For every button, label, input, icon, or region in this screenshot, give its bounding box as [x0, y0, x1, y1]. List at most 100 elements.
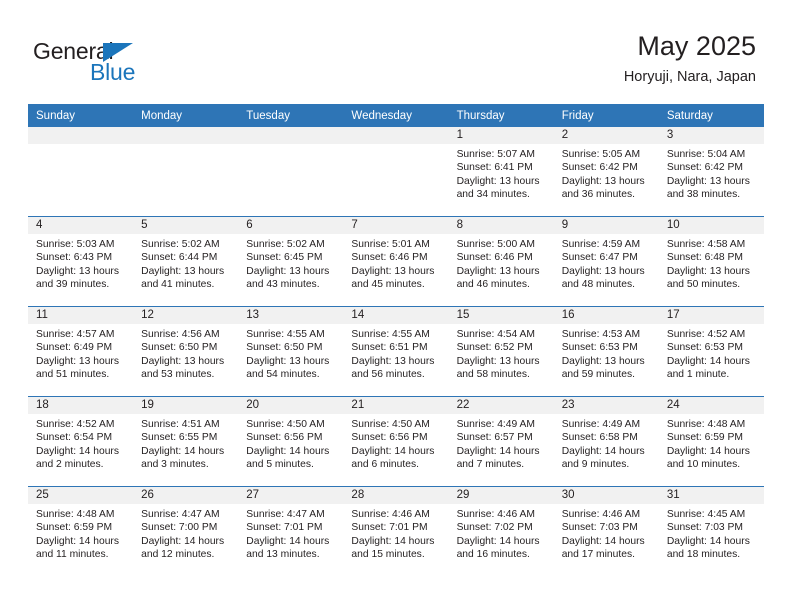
day-number: 18 [28, 397, 134, 414]
sunrise-line: Sunrise: 5:05 AM [561, 149, 641, 160]
calendar-day-cell[interactable]: 30 Sunrise: 4:46 AM Sunset: 7:03 PM Dayligh… [553, 486, 659, 576]
sunset-line: Sunset: 7:03 PM [561, 522, 638, 534]
day-details: Sunrise: 4:48 AM Sunset: 6:59 PM Daylight:… [28, 504, 133, 562]
day-details: Sunrise: 4:58 AM Sunset: 6:48 PM Daylight:… [659, 234, 764, 292]
day-details: Sunrise: 4:50 AM Sunset: 6:56 PM Daylight:… [238, 414, 343, 472]
calendar-week-row: 25 Sunrise: 4:48 AM Sunset: 6:59 PM Dayligh… [28, 486, 764, 576]
calendar-week-row: 11 Sunrise: 4:57 AM Sunset: 6:49 PM Dayligh… [28, 306, 764, 397]
day-details: Sunrise: 4:46 AM Sunset: 7:02 PM Daylight:… [449, 504, 554, 562]
weekday-header-saturday: Saturday [658, 104, 764, 127]
day-number: 24 [658, 397, 764, 414]
daylight-line-2: and 56 minutes. [351, 369, 425, 381]
sunset-line: Sunset: 6:56 PM [246, 432, 323, 444]
calendar-page: General Blue May 2025 Horyuji, Nara, Jap… [0, 0, 792, 612]
calendar-day-cell-empty [133, 127, 239, 217]
daylight-line-2: and 46 minutes. [456, 279, 530, 291]
calendar-day-cell[interactable]: 27 Sunrise: 4:47 AM Sunset: 7:01 PM Dayligh… [238, 486, 344, 576]
sunset-line: Sunset: 6:46 PM [351, 252, 428, 264]
day-number: 19 [133, 397, 239, 414]
calendar-day-cell[interactable]: 29 Sunrise: 4:46 AM Sunset: 7:02 PM Dayligh… [448, 486, 554, 576]
calendar-day-cell[interactable]: 9 Sunrise: 4:59 AM Sunset: 6:47 PM Daylight… [553, 216, 659, 307]
sunrise-line: Sunrise: 4:55 AM [351, 329, 430, 340]
day-details: Sunrise: 4:48 AM Sunset: 6:59 PM Daylight:… [659, 414, 764, 472]
calendar-day-cell[interactable]: 6 Sunrise: 5:02 AM Sunset: 6:45 PM Daylight… [238, 216, 344, 307]
calendar-day-cell[interactable]: 3 Sunrise: 5:04 AM Sunset: 6:42 PM Daylight… [658, 127, 764, 217]
calendar-day-cell[interactable]: 5 Sunrise: 5:02 AM Sunset: 6:44 PM Daylight… [133, 216, 239, 307]
calendar-day-cell[interactable]: 10 Sunrise: 4:58 AM Sunset: 6:48 PM Dayligh… [658, 216, 764, 307]
day-details: Sunrise: 5:02 AM Sunset: 6:45 PM Daylight:… [238, 234, 343, 292]
sunrise-line: Sunrise: 5:02 AM [141, 239, 220, 250]
sunset-line: Sunset: 6:44 PM [141, 252, 218, 264]
day-details: Sunrise: 4:47 AM Sunset: 7:00 PM Daylight:… [133, 504, 238, 562]
day-details: Sunrise: 5:01 AM Sunset: 6:46 PM Daylight:… [343, 234, 448, 292]
day-details: Sunrise: 4:51 AM Sunset: 6:55 PM Daylight:… [133, 414, 238, 472]
calendar-day-cell[interactable]: 2 Sunrise: 5:05 AM Sunset: 6:42 PM Daylight… [553, 127, 659, 217]
daylight-line-1: Daylight: 14 hours [456, 535, 540, 547]
weekday-header-row: Sunday Monday Tuesday Wednesday Thursday Frid… [28, 104, 764, 127]
daylight-line-1: Daylight: 13 hours [36, 265, 119, 277]
calendar-day-cell[interactable]: 19 Sunrise: 4:51 AM Sunset: 6:55 PM Dayligh… [133, 396, 239, 487]
day-details: Sunrise: 4:46 AM Sunset: 7:03 PM Daylight:… [554, 504, 659, 562]
calendar-day-cell[interactable]: 25 Sunrise: 4:48 AM Sunset: 6:59 PM Dayligh… [28, 486, 134, 576]
day-details: Sunrise: 4:52 AM Sunset: 6:53 PM Daylight:… [659, 324, 764, 382]
calendar-day-cell[interactable]: 1 Sunrise: 5:07 AM Sunset: 6:41 PM Daylight… [448, 127, 554, 217]
sunrise-line: Sunrise: 4:53 AM [561, 329, 641, 340]
calendar-day-cell[interactable]: 4 Sunrise: 5:03 AM Sunset: 6:43 PM Daylight… [28, 216, 134, 307]
calendar-day-cell[interactable]: 12 Sunrise: 4:56 AM Sunset: 6:50 PM Dayligh… [133, 306, 239, 397]
calendar-day-cell[interactable]: 26 Sunrise: 4:47 AM Sunset: 7:00 PM Dayligh… [133, 486, 239, 576]
sunrise-line: Sunrise: 4:49 AM [561, 419, 641, 430]
daylight-line-1: Daylight: 13 hours [666, 175, 750, 187]
calendar-day-cell[interactable]: 11 Sunrise: 4:57 AM Sunset: 6:49 PM Dayligh… [28, 306, 134, 397]
day-number [238, 127, 344, 144]
sunrise-line: Sunrise: 4:47 AM [141, 509, 220, 520]
day-details: Sunrise: 4:56 AM Sunset: 6:50 PM Daylight:… [133, 324, 238, 382]
calendar-day-cell[interactable]: 20 Sunrise: 4:50 AM Sunset: 6:56 PM Dayligh… [238, 396, 344, 487]
sunset-line: Sunset: 6:50 PM [246, 342, 323, 354]
daylight-line-1: Daylight: 13 hours [141, 265, 225, 277]
sunset-line: Sunset: 6:59 PM [36, 522, 113, 534]
daylight-line-1: Daylight: 13 hours [456, 355, 540, 367]
calendar-day-cell[interactable]: 24 Sunrise: 4:48 AM Sunset: 6:59 PM Dayligh… [658, 396, 764, 487]
daylight-line-1: Daylight: 13 hours [246, 265, 330, 277]
calendar-day-cell[interactable]: 15 Sunrise: 4:54 AM Sunset: 6:52 PM Dayligh… [448, 306, 554, 397]
day-details: Sunrise: 4:57 AM Sunset: 6:49 PM Daylight:… [28, 324, 133, 382]
day-details: Sunrise: 4:59 AM Sunset: 6:47 PM Daylight:… [554, 234, 659, 292]
calendar-day-cell[interactable]: 8 Sunrise: 5:00 AM Sunset: 6:46 PM Daylight… [448, 216, 554, 307]
weekday-header-friday: Friday [553, 104, 659, 127]
sunset-line: Sunset: 6:54 PM [36, 432, 113, 444]
sunset-line: Sunset: 6:57 PM [456, 432, 533, 444]
calendar-day-cell[interactable]: 22 Sunrise: 4:49 AM Sunset: 6:57 PM Dayligh… [448, 396, 554, 487]
sunrise-line: Sunrise: 4:58 AM [666, 239, 746, 250]
daylight-line-2: and 18 minutes. [666, 549, 741, 561]
daylight-line-2: and 50 minutes. [666, 279, 741, 291]
calendar-grid: Sunday Monday Tuesday Wednesday Thursday Frid… [28, 104, 764, 576]
calendar-day-cell-empty [238, 127, 344, 217]
daylight-line-2: and 43 minutes. [246, 279, 320, 291]
sunrise-line: Sunrise: 4:48 AM [666, 419, 746, 430]
day-number: 20 [238, 397, 344, 414]
calendar-day-cell[interactable]: 7 Sunrise: 5:01 AM Sunset: 6:46 PM Daylight… [343, 216, 449, 307]
daylight-line-1: Daylight: 13 hours [141, 355, 225, 367]
calendar-day-cell[interactable]: 21 Sunrise: 4:50 AM Sunset: 6:56 PM Dayligh… [343, 396, 449, 487]
day-number: 13 [238, 307, 344, 324]
calendar-day-cell[interactable]: 31 Sunrise: 4:45 AM Sunset: 7:03 PM Dayligh… [658, 486, 764, 576]
daylight-line-2: and 15 minutes. [351, 549, 425, 561]
calendar-day-cell[interactable]: 14 Sunrise: 4:55 AM Sunset: 6:51 PM Dayligh… [343, 306, 449, 397]
calendar-day-cell[interactable]: 16 Sunrise: 4:53 AM Sunset: 6:53 PM Dayligh… [553, 306, 659, 397]
daylight-line-1: Daylight: 14 hours [36, 445, 119, 457]
day-number: 10 [658, 217, 764, 234]
calendar-day-cell[interactable]: 13 Sunrise: 4:55 AM Sunset: 6:50 PM Dayligh… [238, 306, 344, 397]
calendar-day-cell-empty [343, 127, 449, 217]
daylight-line-1: Daylight: 14 hours [561, 535, 645, 547]
sunset-line: Sunset: 6:43 PM [36, 252, 113, 264]
daylight-line-2: and 45 minutes. [351, 279, 425, 291]
sunrise-line: Sunrise: 4:46 AM [351, 509, 430, 520]
day-details: Sunrise: 4:49 AM Sunset: 6:58 PM Daylight:… [554, 414, 659, 472]
sunrise-line: Sunrise: 4:54 AM [456, 329, 535, 340]
sunset-line: Sunset: 7:00 PM [141, 522, 218, 534]
calendar-day-cell[interactable]: 18 Sunrise: 4:52 AM Sunset: 6:54 PM Dayligh… [28, 396, 134, 487]
calendar-day-cell[interactable]: 17 Sunrise: 4:52 AM Sunset: 6:53 PM Dayligh… [658, 306, 764, 397]
calendar-day-cell[interactable]: 28 Sunrise: 4:46 AM Sunset: 7:01 PM Dayligh… [343, 486, 449, 576]
sunset-line: Sunset: 7:02 PM [456, 522, 533, 534]
calendar-day-cell[interactable]: 23 Sunrise: 4:49 AM Sunset: 6:58 PM Dayligh… [553, 396, 659, 487]
